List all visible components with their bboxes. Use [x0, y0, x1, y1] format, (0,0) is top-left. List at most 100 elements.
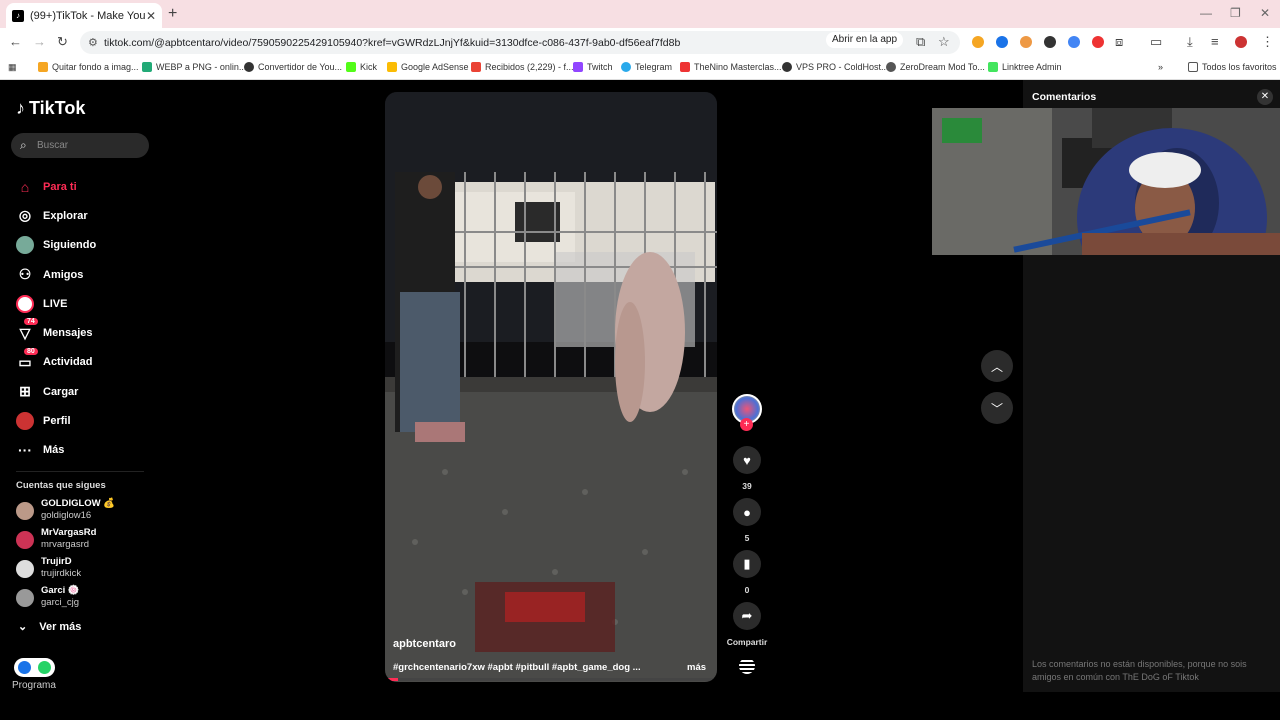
browser-tab[interactable]: ♪ (99+)TikTok - Make Your Day ✕: [6, 3, 162, 28]
sidepanel-icon[interactable]: ▭: [1150, 34, 1162, 50]
program-label[interactable]: Programa: [12, 680, 56, 691]
extension-icon[interactable]: [996, 36, 1008, 48]
program-toggle[interactable]: [14, 658, 55, 677]
bookmark-favicon-icon: [244, 62, 254, 72]
minimize-icon[interactable]: —: [1200, 6, 1212, 20]
bookmark-item[interactable]: Quitar fondo a imag...: [38, 62, 139, 72]
followed-account[interactable]: Garci 🍥 garci_cjg: [16, 585, 146, 613]
translate-icon[interactable]: ⧉: [916, 34, 925, 50]
bookmark-favicon-icon: [573, 62, 583, 72]
nav-label: Cargar: [43, 385, 79, 398]
bookmark-item[interactable]: Recibidos (2,229) - f...: [471, 62, 574, 72]
followed-account[interactable]: MrVargasRd mrvargasrd: [16, 527, 146, 555]
apps-grid-icon[interactable]: ▦: [8, 62, 17, 73]
extension-icon[interactable]: [1020, 36, 1032, 48]
account-name: MrVargasRd: [41, 527, 97, 538]
search-placeholder: Buscar: [37, 140, 69, 151]
extension-icon[interactable]: [1068, 36, 1080, 48]
account-name: Garci 🍥: [41, 585, 80, 596]
extensions-icon[interactable]: ⧈: [1115, 34, 1123, 50]
media-icon[interactable]: ≡: [1211, 34, 1219, 49]
followed-account[interactable]: TrujirD trujirdkick: [16, 556, 146, 584]
video-caption[interactable]: #grchcentenario7xw #apbt #pitbull #apbt_…: [393, 662, 653, 673]
video-progress-bar[interactable]: [385, 678, 717, 681]
nav-item-mensajes[interactable]: ▽ 74 Mensajes: [16, 318, 156, 347]
more-bookmarks-icon[interactable]: »: [1158, 62, 1163, 72]
close-tab-icon[interactable]: ✕: [146, 9, 156, 23]
nav-item-siguiendo[interactable]: Siguiendo: [16, 231, 156, 260]
see-more-button[interactable]: ⌄ Ver más: [16, 620, 82, 634]
video-player[interactable]: apbtcentaro #grchcentenario7xw #apbt #pi…: [385, 92, 717, 682]
sidebar-nav: ⌂ Para ti ◎ Explorar Siguiendo ⚇ Amigos LIV…: [16, 172, 156, 465]
logo-text: TikTok: [29, 98, 86, 118]
search-icon: ⌕: [20, 138, 27, 152]
follow-plus-icon[interactable]: +: [740, 418, 753, 431]
close-window-icon[interactable]: ✕: [1260, 6, 1270, 20]
adblock-icon[interactable]: [1092, 36, 1104, 48]
download-icon[interactable]: ⤓: [1187, 34, 1193, 50]
bookmark-label: Twitch: [587, 62, 613, 72]
bookmark-favicon-icon: [142, 62, 152, 72]
all-favorites-item[interactable]: Todos los favoritos: [1188, 62, 1277, 72]
extension-icon[interactable]: [972, 36, 984, 48]
nav-item-mas[interactable]: ··· Más: [16, 436, 156, 465]
menu-kebab-icon[interactable]: ⋮: [1261, 34, 1274, 50]
see-more-label: Ver más: [39, 620, 82, 633]
nav-item-perfil[interactable]: Perfil: [16, 406, 156, 435]
caption-more-button[interactable]: más: [687, 662, 706, 673]
reload-icon[interactable]: ↻: [57, 34, 68, 50]
bookmark-item[interactable]: Kick: [346, 62, 377, 72]
bookmark-star-icon[interactable]: ☆: [938, 34, 950, 50]
open-in-app-button[interactable]: Abrir en la app: [826, 32, 904, 48]
nav-item-para-ti[interactable]: ⌂ Para ti: [16, 172, 156, 201]
avatar: [16, 560, 34, 578]
comment-button[interactable]: ●: [733, 498, 761, 526]
bookmark-item[interactable]: VPS PRO - ColdHost...: [782, 62, 889, 72]
bookmark-label: Google AdSense: [401, 62, 469, 72]
bookmark-item[interactable]: Telegram: [621, 62, 672, 72]
bookmark-item[interactable]: TheNino Masterclas...: [680, 62, 782, 72]
restore-icon[interactable]: ❐: [1230, 6, 1241, 20]
nav-item-explorar[interactable]: ◎ Explorar: [16, 201, 156, 230]
video-author[interactable]: apbtcentaro: [393, 638, 456, 650]
profile-avatar-icon[interactable]: [1235, 36, 1247, 48]
like-button[interactable]: ♥: [733, 446, 761, 474]
save-button[interactable]: ▮: [733, 550, 761, 578]
search-input[interactable]: ⌕ Buscar: [11, 133, 149, 158]
music-disc-icon[interactable]: [739, 658, 755, 674]
followed-account[interactable]: GOLDIGLOW 💰 goldiglow16: [16, 498, 146, 526]
bookmark-item[interactable]: Convertidor de You...: [244, 62, 342, 72]
nav-item-amigos[interactable]: ⚇ Amigos: [16, 260, 156, 289]
comments-unavailable-message: Los comentarios no están disponibles, po…: [1032, 659, 1247, 682]
bookmark-item[interactable]: WEBP a PNG - onlin...: [142, 62, 246, 72]
bookmark-item[interactable]: Twitch: [573, 62, 613, 72]
bookmark-item[interactable]: Google AdSense: [387, 62, 469, 72]
bookmark-item[interactable]: ZeroDream Mod To...: [886, 62, 985, 72]
home-icon: ⌂: [20, 178, 30, 195]
comments-title: Comentarios: [1032, 91, 1097, 103]
account-name: GOLDIGLOW 💰: [41, 498, 116, 509]
previous-video-button[interactable]: ︿: [981, 350, 1013, 382]
tiktok-favicon-icon: ♪: [12, 9, 24, 22]
tiktok-page: ♪ TikTok ⌕ Buscar ⌂ Para ti ◎ Explorar Sig…: [0, 80, 1280, 720]
forward-icon[interactable]: →: [33, 34, 46, 49]
tiktok-logo[interactable]: ♪ TikTok: [16, 98, 85, 119]
new-tab-icon[interactable]: +: [168, 5, 177, 23]
share-button[interactable]: ➦: [733, 602, 761, 630]
bookmark-item[interactable]: Linktree Admin: [988, 62, 1062, 72]
nav-item-live[interactable]: LIVE: [16, 289, 156, 318]
site-info-icon[interactable]: ⚙: [88, 36, 98, 49]
bookmark-favicon-icon: [471, 62, 481, 72]
nav-item-cargar[interactable]: ⊞ Cargar: [16, 377, 156, 406]
extension-icon[interactable]: [1044, 36, 1056, 48]
bookmark-label: Quitar fondo a imag...: [52, 62, 139, 72]
next-video-button[interactable]: ﹀: [981, 392, 1013, 424]
account-username: garci_cjg: [41, 597, 80, 608]
close-comments-button[interactable]: ✕: [1257, 89, 1273, 105]
avatar: [16, 589, 34, 607]
bookmarks-bar: ▦ Quitar fondo a imag... WEBP a PNG - on…: [0, 56, 1280, 80]
comment-bubble-icon: ●: [743, 504, 751, 520]
nav-item-actividad[interactable]: ▭ 80 Actividad: [16, 347, 156, 377]
back-icon[interactable]: ←: [9, 34, 22, 49]
bookmark-label: WEBP a PNG - onlin...: [156, 62, 247, 72]
